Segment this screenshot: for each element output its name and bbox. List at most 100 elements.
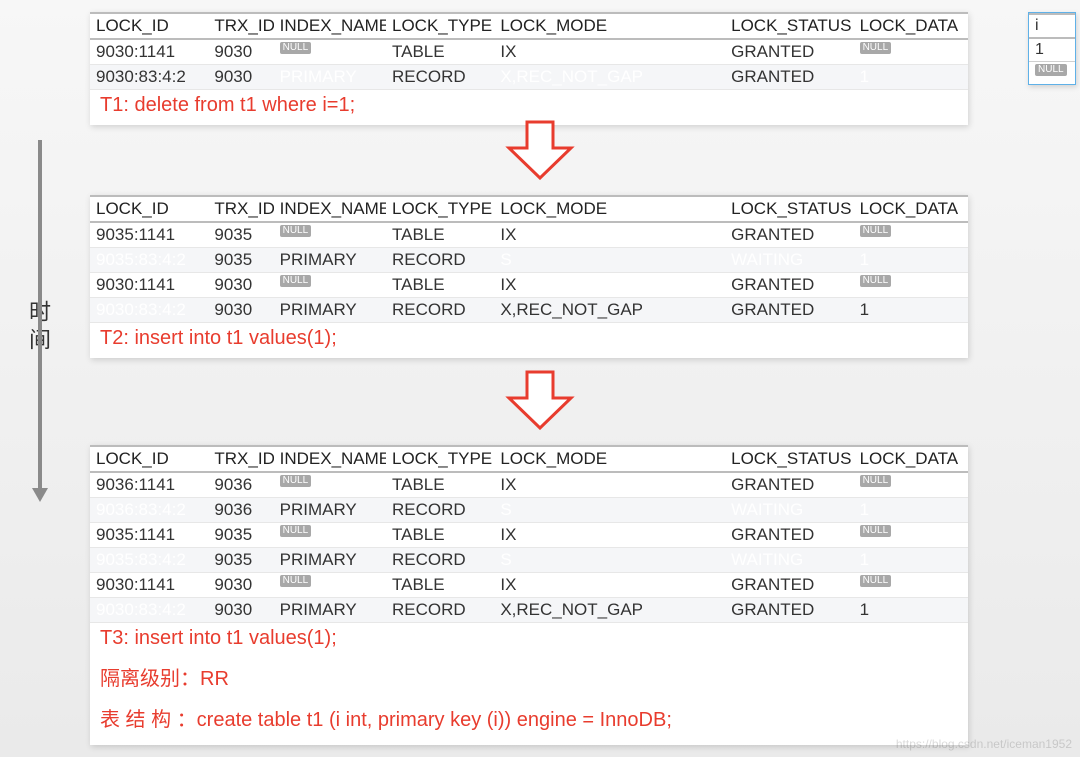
lock-panel-1: LOCK_IDTRX_IDINDEX_NAMELOCK_TYPELOCK_MOD… — [90, 12, 968, 125]
null-badge: NULL — [280, 275, 312, 287]
table-row: 9035:11419035NULLTABLEIXGRANTEDNULL — [90, 523, 968, 548]
table-cell: RECORD — [386, 548, 494, 573]
null-badge: NULL — [860, 275, 892, 287]
watermark: https://blog.csdn.net/iceman1952 — [896, 737, 1072, 751]
timeline-arrow-icon — [38, 140, 42, 488]
table-cell: 9030:1141 — [90, 273, 208, 298]
table-cell: RECORD — [386, 248, 494, 273]
table-row: 9035:11419035NULLTABLEIXGRANTEDNULL — [90, 222, 968, 248]
table-row: 9030:11419030NULLTABLEIXGRANTEDNULL — [90, 273, 968, 298]
table-cell: 9036 — [208, 472, 273, 498]
column-header: TRX_ID — [208, 196, 273, 222]
table-cell: 9035:1141 — [90, 222, 208, 248]
column-header: INDEX_NAME — [274, 13, 386, 39]
table-cell: TABLE — [386, 39, 494, 65]
table-header-row: LOCK_IDTRX_IDINDEX_NAMELOCK_TYPELOCK_MOD… — [90, 196, 968, 222]
table-cell: 9035 — [208, 548, 273, 573]
null-badge: NULL — [860, 42, 892, 54]
table-cell: X,REC_NOT_GAP — [494, 298, 725, 323]
mini-table-header: i — [1029, 13, 1075, 39]
column-header: LOCK_MODE — [494, 196, 725, 222]
flow-arrow-icon — [505, 370, 575, 430]
null-badge: NULL — [280, 575, 312, 587]
table-cell: PRIMARY — [274, 65, 386, 90]
column-header: LOCK_TYPE — [386, 446, 494, 472]
table-cell: PRIMARY — [274, 298, 386, 323]
table-cell: 9030 — [208, 39, 273, 65]
table-cell: NULL — [854, 273, 968, 298]
extra-note-ddl: 表 结 构 ：create table t1 (i int, primary k… — [90, 699, 968, 740]
column-header: LOCK_MODE — [494, 446, 725, 472]
lock-table-1: LOCK_IDTRX_IDINDEX_NAMELOCK_TYPELOCK_MOD… — [90, 12, 968, 90]
null-badge: NULL — [280, 525, 312, 537]
table-cell: S — [494, 548, 725, 573]
table-cell: WAITING — [725, 248, 853, 273]
table-cell: 9030 — [208, 298, 273, 323]
null-badge: NULL — [1035, 64, 1067, 76]
table-cell: NULL — [854, 523, 968, 548]
table-cell: RECORD — [386, 65, 494, 90]
null-badge: NULL — [860, 525, 892, 537]
null-badge: NULL — [860, 575, 892, 587]
table-cell: NULL — [274, 222, 386, 248]
table-cell: 9036:83:4:2 — [90, 498, 208, 523]
table-cell: 9035 — [208, 222, 273, 248]
table-cell: NULL — [274, 472, 386, 498]
table-cell: WAITING — [725, 548, 853, 573]
table-cell: NULL — [274, 573, 386, 598]
table-cell: 9030 — [208, 65, 273, 90]
table-cell: 1 — [854, 598, 968, 623]
column-header: INDEX_NAME — [274, 196, 386, 222]
table-cell: RECORD — [386, 498, 494, 523]
table-cell: 9035 — [208, 523, 273, 548]
null-badge: NULL — [860, 225, 892, 237]
null-badge: NULL — [860, 475, 892, 487]
column-header: LOCK_STATUS — [725, 196, 853, 222]
table-cell: X,REC_NOT_GAP — [494, 65, 725, 90]
table-cell: 1 — [854, 248, 968, 273]
table-cell: S — [494, 248, 725, 273]
table-cell: IX — [494, 523, 725, 548]
column-header: LOCK_STATUS — [725, 13, 853, 39]
column-header: TRX_ID — [208, 13, 273, 39]
extra-note-isolation: 隔离级别：RR — [90, 658, 968, 699]
column-header: LOCK_TYPE — [386, 196, 494, 222]
table-cell: PRIMARY — [274, 498, 386, 523]
table-cell: WAITING — [725, 498, 853, 523]
lock-table-2: LOCK_IDTRX_IDINDEX_NAMELOCK_TYPELOCK_MOD… — [90, 195, 968, 323]
mini-table-cell: NULL — [1029, 62, 1075, 84]
table-cell: NULL — [854, 472, 968, 498]
table-cell: NULL — [274, 39, 386, 65]
table-cell: 9030:1141 — [90, 573, 208, 598]
table-cell: 9030:83:4:2 — [90, 598, 208, 623]
table-cell: NULL — [854, 573, 968, 598]
table-header-row: LOCK_IDTRX_IDINDEX_NAMELOCK_TYPELOCK_MOD… — [90, 13, 968, 39]
table-cell: TABLE — [386, 573, 494, 598]
table-row: 9035:83:4:29035PRIMARYRECORDSWAITING1 — [90, 548, 968, 573]
table-cell: 1 — [854, 498, 968, 523]
table-cell: 9036:1141 — [90, 472, 208, 498]
table-cell: 9035:1141 — [90, 523, 208, 548]
table-cell: NULL — [854, 39, 968, 65]
flow-arrow-icon — [505, 120, 575, 180]
table-cell: NULL — [274, 273, 386, 298]
mini-table: i 1 NULL — [1028, 12, 1076, 85]
table-cell: RECORD — [386, 598, 494, 623]
table-cell: NULL — [274, 523, 386, 548]
null-badge: NULL — [280, 42, 312, 54]
mini-table-cell: 1 — [1029, 39, 1075, 62]
column-header: LOCK_ID — [90, 196, 208, 222]
table-cell: TABLE — [386, 472, 494, 498]
column-header: LOCK_DATA — [854, 13, 968, 39]
table-cell: TABLE — [386, 222, 494, 248]
table-cell: GRANTED — [725, 222, 853, 248]
column-header: TRX_ID — [208, 446, 273, 472]
column-header: LOCK_TYPE — [386, 13, 494, 39]
table-cell: 9030 — [208, 273, 273, 298]
table-cell: 9035:83:4:2 — [90, 548, 208, 573]
table-row: 9030:83:4:29030PRIMARYRECORDX,REC_NOT_GA… — [90, 598, 968, 623]
table-cell: GRANTED — [725, 65, 853, 90]
table-cell: GRANTED — [725, 472, 853, 498]
table-row: 9035:83:4:29035PRIMARYRECORDSWAITING1 — [90, 248, 968, 273]
column-header: LOCK_STATUS — [725, 446, 853, 472]
